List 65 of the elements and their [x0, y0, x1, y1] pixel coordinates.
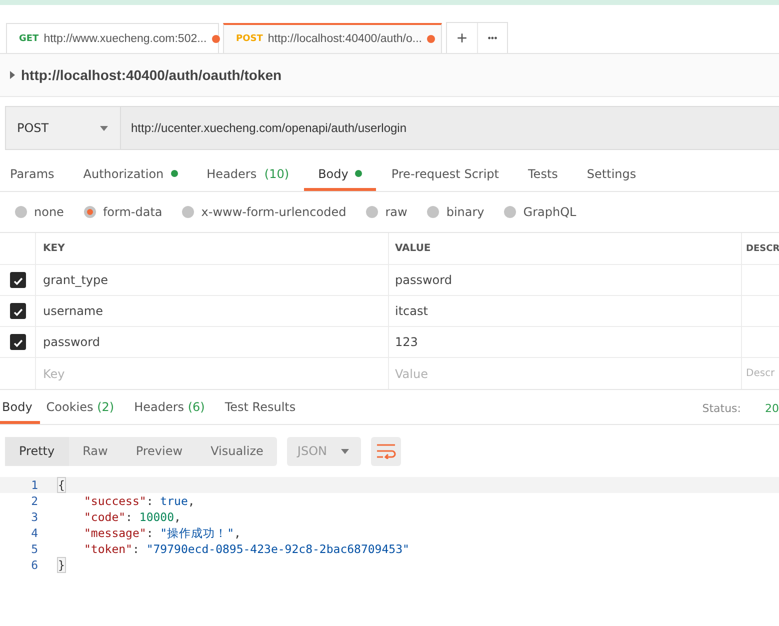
response-tab[interactable]: Headers (6) [134, 393, 205, 424]
code-line: "token": "79790ecd-0895-423e-92c8-2bac68709453" [83, 542, 410, 556]
column-header: VALUE [389, 233, 742, 264]
table-cell: username [36, 296, 389, 326]
code-line: "code": 10000, [83, 510, 181, 524]
table-cell: itcast [389, 296, 742, 326]
request-tab[interactable]: POST http://localhost:40400/auth/o... [223, 23, 442, 53]
line-number: 2 [30, 494, 38, 508]
checkbox[interactable] [10, 272, 26, 288]
section-tab[interactable]: Body [304, 159, 376, 191]
tab-url: http://www.xuecheng.com:502... [44, 32, 207, 44]
code-line: "message": "操作成功！", [83, 526, 241, 540]
body-type-option[interactable]: form-data [84, 205, 162, 219]
line-number: 4 [30, 526, 38, 540]
line-number: 5 [30, 542, 38, 556]
status-label: Status: [702, 402, 741, 415]
caret-icon [341, 448, 350, 454]
column-header: KEY [36, 233, 389, 264]
radio-button[interactable] [504, 206, 516, 218]
section-tab[interactable]: Authorization [83, 159, 178, 191]
radio-button[interactable] [182, 206, 194, 218]
line-number: 6 [30, 558, 38, 572]
table-cell: password [36, 327, 389, 357]
line-number: 1 [30, 478, 38, 492]
section-tab[interactable]: Settings [586, 159, 636, 191]
status-value: 20 [765, 402, 779, 415]
view-mode-button[interactable]: Raw [68, 436, 122, 466]
radio-button[interactable] [84, 206, 96, 218]
view-mode-button[interactable]: Visualize [196, 436, 278, 466]
table-cell: password [389, 265, 742, 295]
body-type-option[interactable]: none [15, 205, 64, 219]
response-tab[interactable]: Body [0, 393, 40, 424]
column-header: DESCR [745, 242, 779, 256]
code-line: "success": true, [83, 494, 195, 508]
line-number: 3 [30, 510, 38, 524]
wrap-lines-button[interactable] [371, 436, 402, 466]
view-mode-button[interactable]: Pretty [5, 436, 69, 466]
method-label: POST [236, 34, 263, 44]
request-tab[interactable]: GET http://www.xuecheng.com:502... [6, 23, 219, 53]
wrap-lines-icon [376, 443, 396, 459]
table-cell: grant_type [36, 265, 389, 295]
response-tab[interactable]: Test Results [224, 393, 296, 424]
description-input-field[interactable]: Descr [746, 368, 779, 379]
table-cell: 123 [389, 327, 742, 357]
checkbox[interactable] [10, 334, 26, 350]
radio-button[interactable] [15, 206, 27, 218]
section-tab[interactable]: Tests [528, 159, 558, 191]
body-type-option[interactable]: GraphQL [504, 205, 576, 219]
request-name: http://localhost:40400/auth/oauth/token [21, 67, 282, 83]
value-input-field[interactable]: Value [395, 366, 741, 380]
tab-url: http://localhost:40400/auth/o... [268, 33, 422, 45]
radio-button[interactable] [366, 206, 378, 218]
view-mode-button[interactable]: Preview [122, 436, 197, 466]
checkbox[interactable] [10, 303, 26, 319]
body-type-option[interactable]: binary [427, 205, 484, 219]
expand-caret-icon[interactable] [10, 71, 15, 79]
section-tab[interactable]: Pre-request Script [391, 159, 500, 191]
body-type-option[interactable]: x-www-form-urlencoded [182, 205, 346, 219]
method-label: GET [19, 34, 39, 44]
radio-button[interactable] [427, 206, 440, 218]
response-tab[interactable]: Cookies (2) [46, 393, 114, 424]
key-input-field[interactable]: Key [43, 366, 388, 380]
section-tab[interactable]: Params [10, 159, 54, 191]
section-tab[interactable]: Headers (10) [206, 159, 290, 191]
body-type-option[interactable]: raw [366, 205, 408, 219]
